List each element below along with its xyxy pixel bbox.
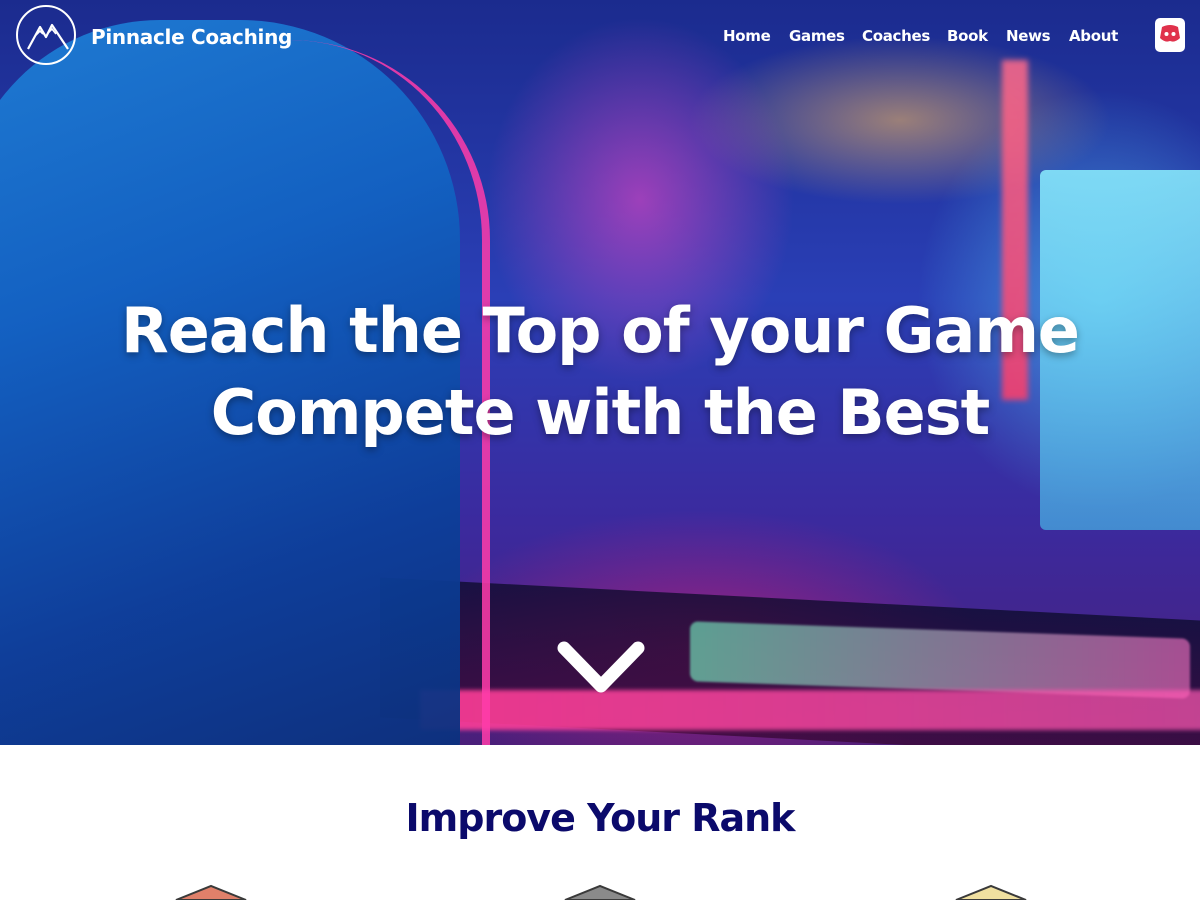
gold-rank-badge-icon — [946, 884, 1036, 900]
nav-item-about[interactable]: About — [1069, 27, 1118, 45]
mountain-logo-icon[interactable] — [16, 5, 76, 65]
nav-item-home[interactable]: Home — [723, 27, 771, 45]
nav-item-news[interactable]: News — [1006, 27, 1051, 45]
nav-item-book[interactable]: Book — [947, 27, 988, 45]
hero-headline-line2: Compete with the Best — [210, 376, 991, 449]
hero-headline-line1: Reach the Top of your Game — [121, 294, 1080, 367]
nav-item-coaches[interactable]: Coaches — [862, 27, 930, 45]
bronze-rank-badge-icon — [166, 884, 256, 900]
discord-icon[interactable] — [1155, 18, 1185, 52]
chevron-down-icon[interactable] — [556, 638, 646, 698]
nav-item-games[interactable]: Games — [789, 27, 845, 45]
silver-rank-badge-icon — [555, 884, 645, 900]
brand-name[interactable]: Pinnacle Coaching — [91, 25, 292, 49]
section-title: Improve Your Rank — [405, 796, 796, 840]
hero-background-glow — [420, 690, 1200, 730]
hero-headline: Reach the Top of your Game Compete with … — [0, 290, 1200, 454]
